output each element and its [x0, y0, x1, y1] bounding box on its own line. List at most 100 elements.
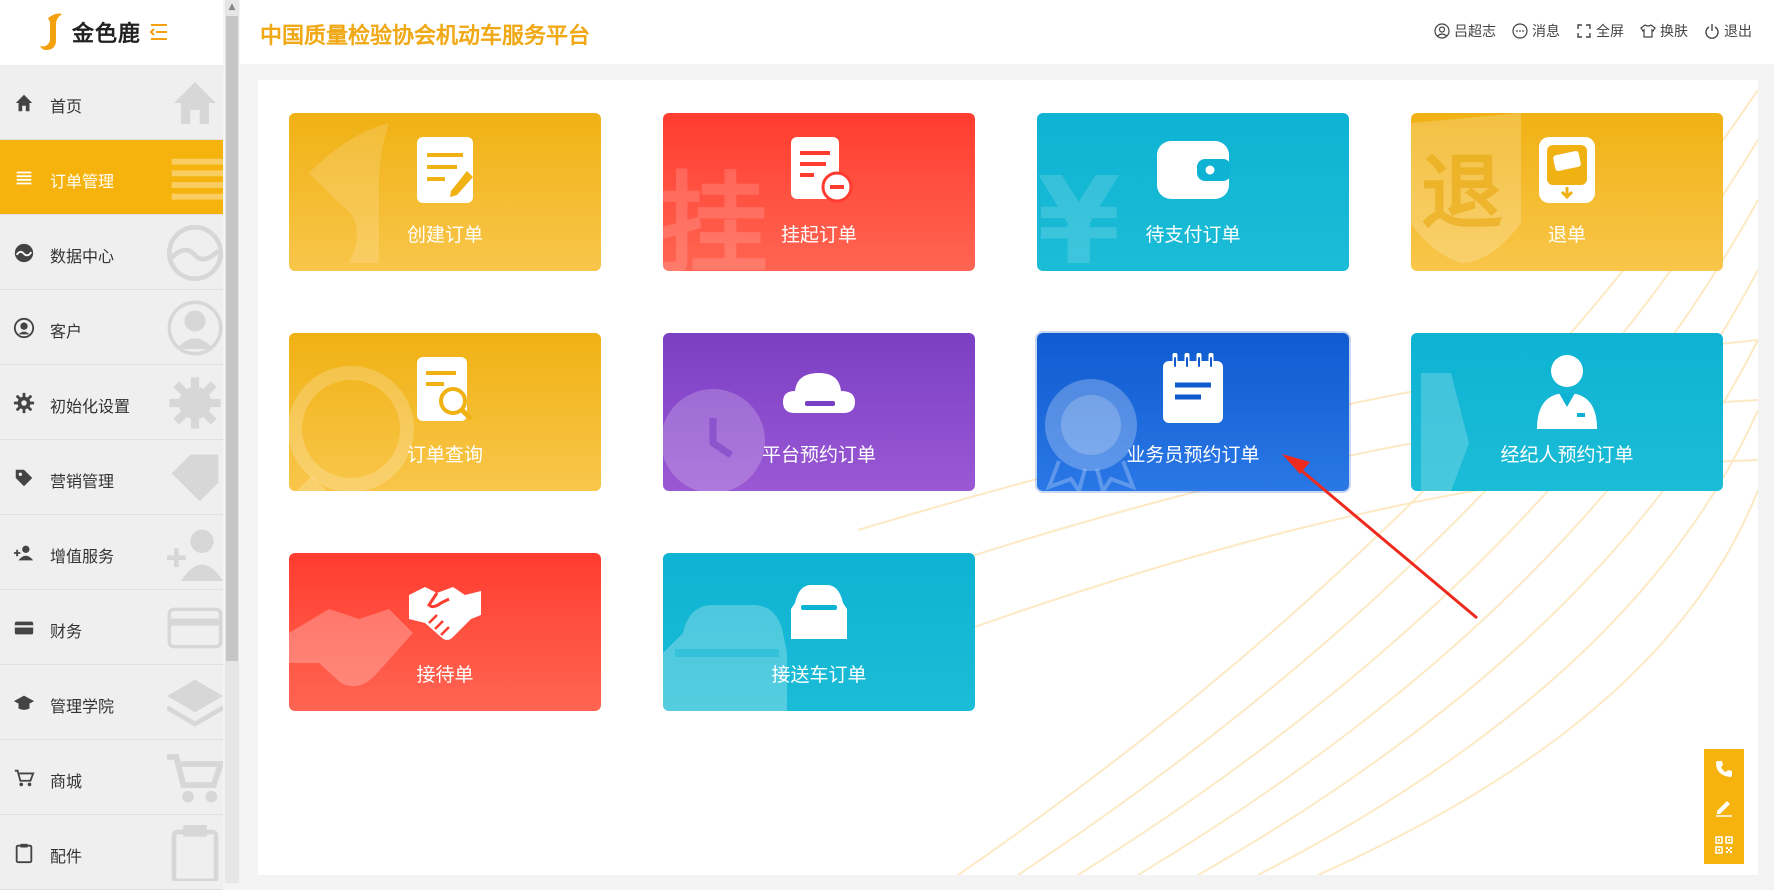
sidebar-item-customer[interactable]: 客户	[0, 290, 223, 365]
floating-toolbar	[1704, 749, 1744, 864]
tile-label: 退单	[1547, 224, 1586, 246]
sidebar-item-label: 管理学院	[50, 697, 115, 716]
skin-label: 换肤	[1660, 24, 1688, 40]
refund-icon	[1539, 137, 1595, 203]
sidebar-item-order-management[interactable]: 订单管理	[0, 140, 223, 215]
sidebar-item-finance[interactable]: 财务	[0, 590, 223, 665]
tile-label: 待支付订单	[1145, 224, 1241, 246]
sidebar-item-academy[interactable]: 管理学院	[0, 665, 223, 740]
fullscreen-button[interactable]: 全屏	[1576, 21, 1624, 41]
sidebar-item-marketing[interactable]: 营销管理	[0, 440, 223, 515]
sidebar-item-label: 首页	[50, 97, 83, 116]
tile-agent-booking[interactable]: 经纪人预约订单	[1411, 333, 1723, 491]
handshake-icon	[409, 587, 481, 640]
cart-watermark-icon	[167, 754, 223, 803]
phone-icon[interactable]	[1714, 759, 1734, 779]
sidebar-item-parts[interactable]: 配件	[0, 815, 223, 890]
tile-label: 业务员预约订单	[1126, 444, 1260, 466]
sidebar-item-mall[interactable]: 商城	[0, 740, 223, 815]
tile-label: 经纪人预约订单	[1500, 444, 1634, 466]
tile-label: 订单查询	[406, 444, 483, 466]
wallet-icon	[1157, 141, 1231, 199]
sidebar-item-label: 营销管理	[50, 472, 115, 491]
sidebar-item-home[interactable]: 首页	[0, 65, 223, 140]
create-order-icon	[417, 137, 473, 203]
chart-watermark-icon	[167, 225, 223, 281]
sidebar-item-data-center[interactable]: 数据中心	[0, 215, 223, 290]
sidebar-item-label: 客户	[50, 322, 83, 341]
list-watermark-icon	[171, 158, 223, 200]
tile-reception[interactable]: 接待单	[289, 553, 601, 711]
menu-toggle-icon[interactable]	[147, 20, 171, 44]
card-icon	[14, 621, 34, 635]
sidebar-item-value-added[interactable]: 增值服务	[0, 515, 223, 590]
svg-text:¥: ¥	[1037, 153, 1121, 271]
tile-refund[interactable]: 退 退单	[1411, 113, 1723, 271]
shirt-icon	[1640, 24, 1656, 38]
sidebar-item-label: 数据中心	[50, 247, 115, 266]
user-name: 吕超志	[1454, 24, 1496, 40]
graduation-watermark-icon	[167, 679, 223, 727]
tile-label: 接待单	[416, 664, 474, 686]
logout-label: 退出	[1724, 24, 1752, 40]
home-icon	[15, 94, 33, 112]
sidebar-item-init-settings[interactable]: 初始化设置	[0, 365, 223, 440]
suspend-order-icon	[791, 137, 853, 203]
chart-icon	[14, 243, 34, 263]
fullscreen-icon	[1577, 24, 1591, 38]
tile-label: 平台预约订单	[761, 444, 876, 466]
tile-pending-payment[interactable]: ¥ 待支付订单	[1037, 113, 1349, 271]
sidebar-item-label: 初始化设置	[50, 397, 131, 416]
tag-watermark-icon	[171, 454, 219, 502]
logout-button[interactable]: 退出	[1704, 21, 1752, 41]
fullscreen-label: 全屏	[1596, 24, 1624, 40]
add-user-icon	[13, 545, 34, 561]
tile-label: 挂起订单	[780, 224, 857, 246]
graduation-icon	[13, 695, 35, 710]
sidebar: 金色鹿 首页 订单管理 数据中心 客户 初始化设置 营销管理 增值服务 财务 管…	[0, 0, 223, 890]
tile-label: 创建订单	[406, 224, 483, 246]
logo-bar: 金色鹿	[0, 0, 223, 65]
scroll-thumb[interactable]	[226, 16, 238, 661]
user-button[interactable]: 吕超志	[1434, 21, 1496, 41]
sidebar-item-label: 订单管理	[50, 172, 115, 191]
brand-name: 金色鹿	[72, 22, 142, 47]
qrcode-icon[interactable]	[1714, 835, 1734, 855]
cloud-icon	[783, 373, 855, 413]
tile-label: 接送车订单	[771, 664, 867, 686]
svg-text:挂: 挂	[663, 161, 768, 271]
message-label: 消息	[1532, 24, 1560, 40]
clipboard-watermark-icon	[171, 825, 219, 881]
tile-order-query[interactable]: 订单查询	[289, 333, 601, 491]
edit-icon[interactable]	[1714, 797, 1734, 817]
list-icon	[16, 171, 32, 185]
tile-suspend-order[interactable]: 挂 挂起订单	[663, 113, 975, 271]
tile-pickup-car-order[interactable]: 接送车订单	[663, 553, 975, 711]
card-watermark-icon	[167, 607, 223, 649]
tag-icon	[15, 469, 33, 487]
agent-icon	[1537, 355, 1597, 429]
page-title: 中国质量检验协会机动车服务平台	[260, 24, 591, 49]
customer-icon	[13, 317, 35, 339]
add-user-watermark-icon	[167, 529, 223, 581]
tile-create-order[interactable]: 创建订单	[289, 113, 601, 271]
order-search-icon	[417, 357, 473, 421]
scroll-up-arrow-icon[interactable]: ▲	[225, 0, 239, 14]
sidebar-menu: 首页 订单管理 数据中心 客户 初始化设置 营销管理 增值服务 财务 管理学院 …	[0, 65, 223, 890]
skin-button[interactable]: 换肤	[1640, 21, 1688, 41]
brand-logo-icon	[40, 13, 62, 50]
gear-icon	[13, 392, 35, 414]
cart-icon	[14, 769, 35, 787]
customer-watermark-icon	[167, 300, 223, 356]
message-button[interactable]: 消息	[1512, 21, 1560, 41]
top-header: 中国质量检验协会机动车服务平台 吕超志 消息 全屏 换肤 退出	[240, 0, 1774, 64]
power-icon	[1705, 24, 1719, 39]
clipboard-icon	[15, 843, 33, 864]
sidebar-item-label: 增值服务	[50, 547, 115, 566]
gear-watermark-icon	[169, 377, 221, 429]
tile-platform-booking[interactable]: 平台预约订单	[663, 333, 975, 491]
sidebar-scrollbar[interactable]: ▲	[225, 0, 239, 883]
tile-salesperson-booking[interactable]: 业务员预约订单	[1037, 333, 1349, 491]
main-content: 创建订单 挂 挂起订单 ¥ 待支付订单 退 退单 订单查询 平台预约订单 业务员…	[258, 80, 1758, 875]
sidebar-item-label: 商城	[50, 772, 83, 791]
